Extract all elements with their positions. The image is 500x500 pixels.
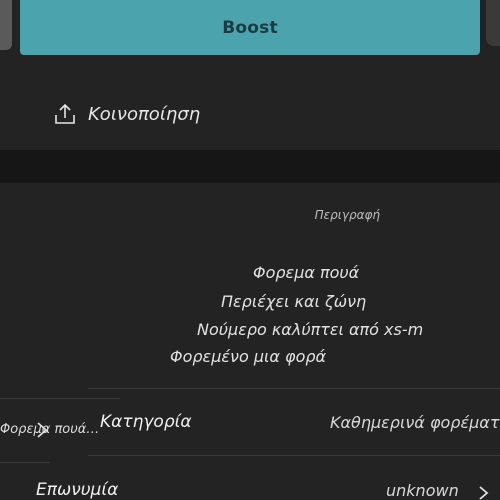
boost-button-label: Boost bbox=[222, 17, 278, 38]
description-line: Φορεμα πουά bbox=[253, 263, 360, 282]
share-icon bbox=[52, 102, 78, 126]
category-value[interactable]: Καθημερινά φορέματα bbox=[330, 413, 500, 432]
details-divider bbox=[88, 455, 500, 456]
left-list-divider bbox=[0, 398, 120, 399]
share-button[interactable]: Κοινοποίηση bbox=[52, 100, 200, 128]
category-label: Κατηγορία bbox=[100, 412, 192, 432]
section-separator bbox=[0, 150, 500, 183]
description-header: Περιγραφή bbox=[314, 208, 380, 222]
description-line: Περιέχει και ζώνη bbox=[221, 292, 367, 311]
description-line: Νούμερο καλύπτει από xs-m bbox=[197, 320, 424, 339]
brand-value[interactable]: unknown bbox=[386, 481, 459, 500]
left-list-divider bbox=[0, 462, 50, 463]
share-label: Κοινοποίηση bbox=[88, 103, 201, 125]
chevron-right-icon[interactable] bbox=[476, 484, 492, 500]
boost-button[interactable]: Boost bbox=[20, 0, 480, 55]
brand-label: Επωνυμία bbox=[36, 480, 119, 500]
right-edge-panel bbox=[486, 0, 500, 46]
left-edge-panel bbox=[0, 0, 12, 50]
details-divider bbox=[88, 388, 500, 389]
chevron-right-icon[interactable] bbox=[34, 420, 50, 444]
description-line: Φορεμένο μια φορά bbox=[170, 347, 327, 366]
item-detail-screen: Boost Κοινοποίηση Περιγραφή Φορεμα πουά … bbox=[0, 0, 500, 500]
